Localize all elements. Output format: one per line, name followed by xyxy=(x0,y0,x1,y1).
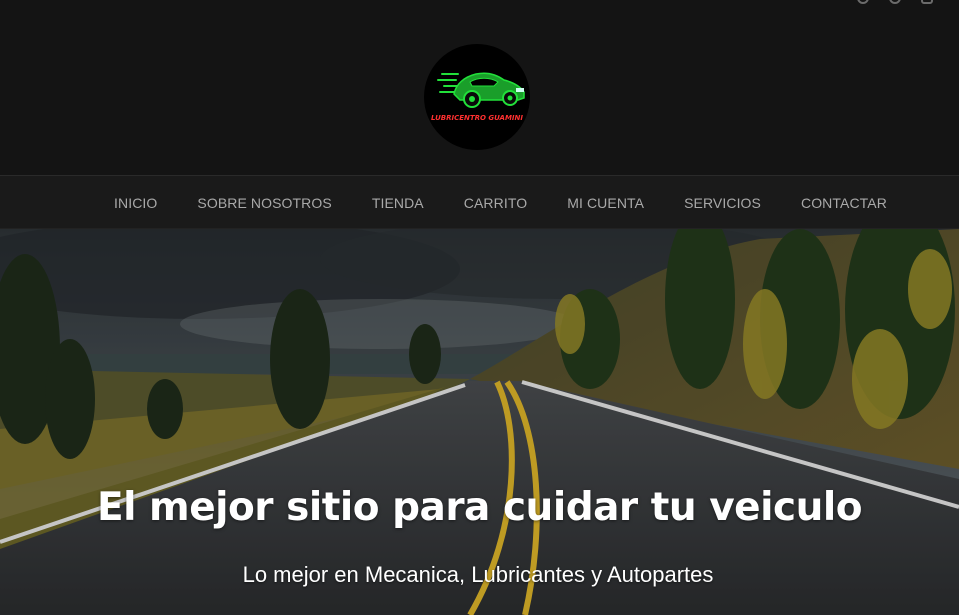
main-navigation: INICIO SOBRE NOSOTROS TIENDA CARRITO MI … xyxy=(0,175,959,229)
site-logo[interactable]: LUBRICENTRO GUAMINI xyxy=(424,44,530,150)
car-logo-icon xyxy=(437,72,525,108)
instagram-icon[interactable] xyxy=(921,0,933,4)
hero-banner: El mejor sitio para cuidar tu veiculo Lo… xyxy=(0,229,959,615)
nav-item-carrito[interactable]: CARRITO xyxy=(464,195,527,211)
social-links xyxy=(857,0,933,4)
nav-item-contactar[interactable]: CONTACTAR xyxy=(801,195,887,211)
facebook-icon[interactable] xyxy=(857,0,869,4)
nav-item-sobre-nosotros[interactable]: SOBRE NOSOTROS xyxy=(197,195,331,211)
twitter-icon[interactable] xyxy=(889,0,901,4)
site-header: LUBRICENTRO GUAMINI xyxy=(0,0,959,175)
nav-item-mi-cuenta[interactable]: MI CUENTA xyxy=(567,195,644,211)
nav-item-servicios[interactable]: SERVICIOS xyxy=(684,195,761,211)
nav-item-inicio[interactable]: INICIO xyxy=(114,195,157,211)
road-landscape-image xyxy=(0,229,959,615)
hero-title: El mejor sitio para cuidar tu veiculo xyxy=(96,485,863,530)
hero-subtitle: Lo mejor en Mecanica, Lubricantes y Auto… xyxy=(242,562,714,587)
nav-item-tienda[interactable]: TIENDA xyxy=(372,195,424,211)
logo-text: LUBRICENTRO GUAMINI xyxy=(431,114,523,122)
